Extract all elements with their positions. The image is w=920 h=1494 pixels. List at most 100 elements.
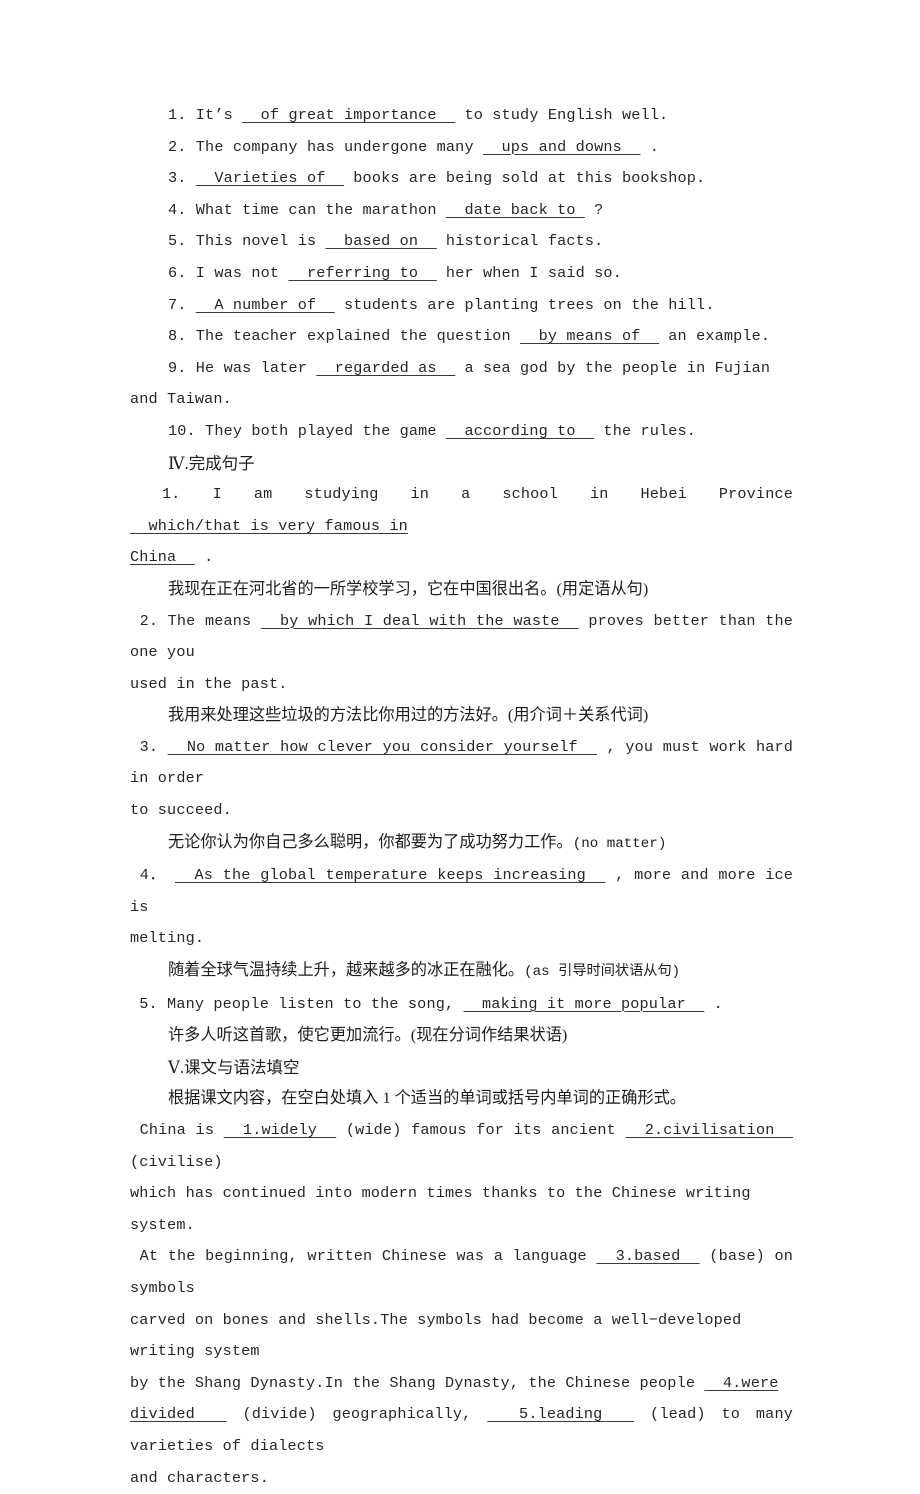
fill-in-item-8: 8. The teacher explained the question by… [130, 321, 793, 353]
fill-in-item-1: 1. It’s of great importance to study Eng… [130, 100, 793, 132]
fill-in-item-10: 10. They both played the game according … [130, 416, 793, 448]
fill-in-item-7: 7. A number of students are planting tre… [130, 290, 793, 322]
item-answer-blank-part1[interactable]: which/that is very famous in [130, 517, 408, 535]
cloze-paragraph-2-line-1: At the beginning, written Chinese was a … [130, 1241, 793, 1304]
section-heading-five: Ⅴ.课文与语法填空 [168, 1057, 300, 1077]
item-text-before: 3. [130, 737, 168, 756]
item-text-after: to study English well. [455, 106, 669, 124]
item-answer-blank[interactable]: Varieties of [196, 169, 344, 187]
section-heading-four: Ⅳ.完成句子 [168, 453, 255, 473]
sentence-completion-item-2: 2. The means by which I deal with the wa… [130, 606, 793, 669]
sentence-completion-item-3-cont: to succeed. [130, 801, 232, 820]
cloze-blank-4-part1[interactable]: 4.were [704, 1374, 778, 1392]
item-answer-blank[interactable]: by which I deal with the waste [261, 612, 579, 630]
item-answer-blank[interactable]: As the global temperature keeps increasi… [175, 866, 605, 884]
translation-hint: (as 引导时间状语从句) [524, 964, 681, 981]
worksheet-page: 1. It’s of great importance to study Eng… [0, 0, 920, 1487]
item-answer-blank[interactable]: A number of [196, 296, 335, 314]
item-answer-blank[interactable]: referring to [288, 264, 436, 282]
item-answer-blank[interactable]: making it more popular [464, 995, 705, 1013]
sentence-completion-item-1: 1. I am studying in a school in Hebei Pr… [130, 479, 793, 542]
item-number: 3. [168, 169, 187, 188]
worksheet-content: 1. It’s of great importance to study Eng… [130, 100, 793, 1494]
item-number-and-text: 1. I am studying in a school in Hebei Pr… [130, 485, 803, 504]
translation-item-2: 我用来处理这些垃圾的方法比你用过的方法好。(用介词＋关系代词) [168, 706, 649, 725]
translation-item-5: 许多人听这首歌，使它更加流行。(现在分词作结果状语) [168, 1026, 568, 1045]
item-text-after: her when I said so. [436, 263, 622, 282]
item-text-after: books are being sold at this bookshop. [344, 169, 706, 188]
sentence-completion-item-2-cont: used in the past. [130, 674, 288, 693]
item-text-before: 4． [130, 866, 176, 885]
item-text-before: I was not [186, 263, 289, 282]
item-text-before: The company has undergone many [186, 137, 483, 156]
item-answer-blank[interactable]: date back to [446, 201, 585, 219]
cloze-paragraph-2-line-5: and characters. [130, 1468, 269, 1487]
fill-in-item-9: 9. He was later regarded as a sea god by… [130, 353, 793, 416]
item-text-after: ? [584, 200, 604, 219]
item-text-before: What time can the marathon [186, 200, 446, 219]
cloze-paragraph-2-line-4: divided (divide) geographically, 5.leadi… [130, 1399, 793, 1462]
item-text-after: . [704, 994, 723, 1013]
translation-chinese: 无论你认为你自己多么聪明，你都要为了成功努力工作。 [168, 832, 573, 851]
item-answer-blank[interactable]: of great importance [242, 106, 455, 124]
cloze-text-mid: (wide) famous for its ancient [336, 1121, 626, 1139]
item-answer-blank[interactable]: based on [326, 232, 437, 250]
translation-item-3: 无论你认为你自己多么聪明，你都要为了成功努力工作。(no matter) [130, 827, 793, 861]
item-number: 9. [168, 358, 187, 377]
item-text-after: the rules. [594, 421, 697, 440]
item-number: 4. [168, 200, 187, 219]
item-text-after: . [640, 137, 660, 156]
item-answer-blank[interactable]: regarded as [316, 359, 455, 377]
cloze-blank-1[interactable]: 1.widely [224, 1121, 337, 1139]
item-number: 6. [168, 263, 187, 282]
cloze-blank-2[interactable]: 2.civilisation [626, 1121, 793, 1139]
item-text-before [187, 169, 196, 187]
fill-in-item-4: 4. What time can the marathon date back … [130, 195, 793, 227]
cloze-paragraph-1-line-1: China is 1.widely (wide) famous for its … [130, 1115, 793, 1178]
item-answer-blank[interactable]: according to [446, 422, 594, 440]
translation-item-4: 随着全球气温持续上升，越来越多的冰正在融化。(as 引导时间状语从句) [130, 955, 793, 989]
item-number: 7. [168, 295, 187, 314]
fill-in-item-3: 3. Varieties of books are being sold at … [130, 163, 793, 195]
cloze-text-before: China is [130, 1121, 224, 1139]
item-text-after: an example. [659, 327, 771, 346]
cloze-paragraph-2-line-3: by the Shang Dynasty.In the Shang Dynast… [130, 1368, 793, 1400]
item-answer-blank-part2[interactable]: China [130, 548, 195, 566]
sentence-completion-item-4-cont: melting. [130, 929, 205, 948]
cloze-text-before: At the beginning, written Chinese was a … [130, 1247, 597, 1266]
item-text-before: It’s [186, 106, 243, 124]
item-text-before: The teacher explained the question [186, 327, 521, 346]
cloze-blank-4-part2[interactable]: divided [130, 1405, 227, 1423]
translation-item-1: 我现在正在河北省的一所学校学习，它在中国很出名。(用定语从句) [168, 579, 649, 598]
cloze-text-mid: (divide) geographically, [226, 1405, 488, 1424]
item-text-after: . [194, 548, 214, 567]
item-number: 10. [168, 421, 196, 440]
sentence-completion-item-5: 5. Many people listen to the song, makin… [130, 989, 793, 1021]
item-text-before: 2. The means [130, 611, 261, 630]
item-answer-blank[interactable]: by means of [520, 327, 659, 345]
item-text-before: 5. Many people listen to the song, [130, 994, 464, 1013]
cloze-blank-3[interactable]: 3.based [596, 1247, 699, 1265]
item-text-before: They both played the game [195, 421, 446, 440]
item-answer-blank[interactable]: ups and downs [483, 138, 641, 156]
item-number: 5. [168, 232, 187, 251]
item-text-before: He was later [186, 358, 317, 377]
translation-chinese: 随着全球气温持续上升，越来越多的冰正在融化。 [168, 961, 525, 980]
fill-in-item-6: 6. I was not referring to her when I sai… [130, 258, 793, 290]
section-five-instruction: 根据课文内容，在空白处填入 1 个适当的单词或括号内单词的正确形式。 [168, 1089, 686, 1108]
sentence-completion-item-3: 3. No matter how clever you consider you… [130, 732, 793, 795]
item-number: 8. [168, 327, 187, 346]
translation-hint: (no matter) [572, 835, 667, 852]
cloze-text-before: by the Shang Dynasty.In the Shang Dynast… [130, 1373, 705, 1392]
item-text-before [187, 296, 196, 314]
cloze-paragraph-2-line-2: carved on bones and shells.The symbols h… [130, 1310, 751, 1361]
cloze-blank-5[interactable]: 5.leading [487, 1405, 634, 1423]
sentence-completion-item-1-cont: China . [130, 542, 793, 574]
item-number: 1. [168, 106, 187, 124]
fill-in-item-5: 5. This novel is based on historical fac… [130, 226, 793, 258]
item-text-before: This novel is [186, 232, 326, 251]
item-text-after: historical facts. [436, 232, 604, 251]
sentence-completion-item-4: 4． As the global temperature keeps incre… [130, 860, 793, 923]
item-number: 2. [168, 137, 187, 156]
item-answer-blank[interactable]: No matter how clever you consider yourse… [168, 738, 597, 756]
